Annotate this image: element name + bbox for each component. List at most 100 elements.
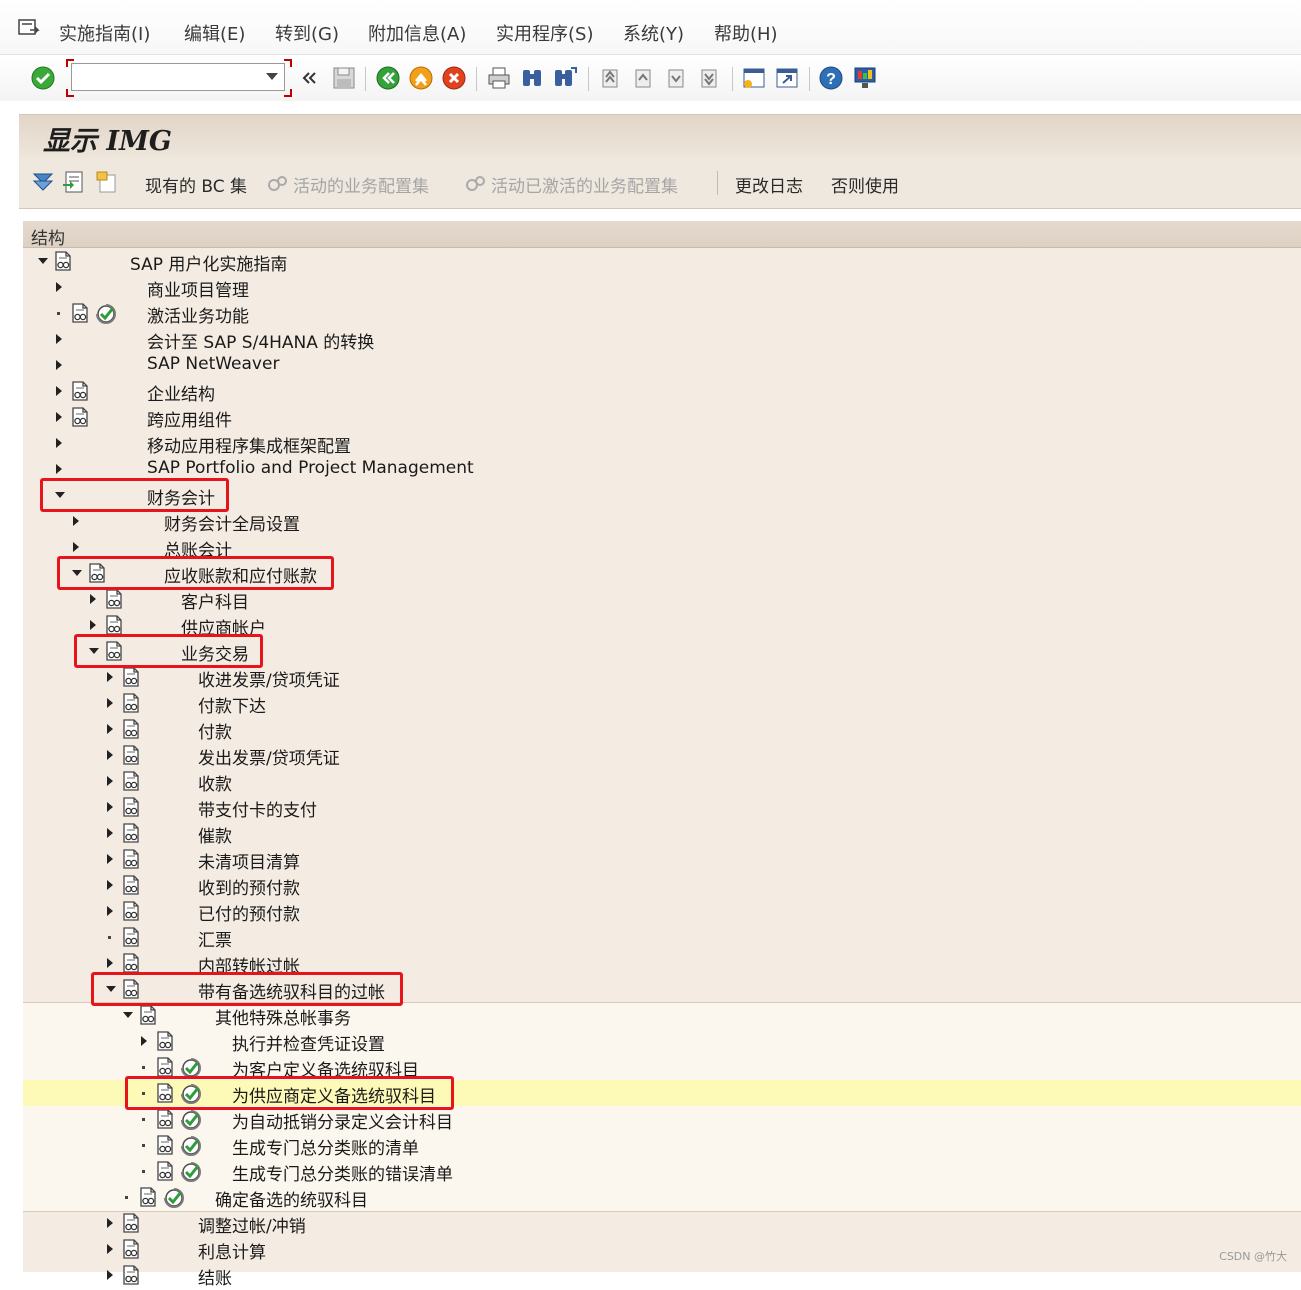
tree-node[interactable]: 收到的预付款 — [23, 872, 1301, 899]
where-else-used-button[interactable]: 否则使用 — [831, 172, 899, 197]
tree-node[interactable]: 生成专门总分类账的错误清单 — [23, 1158, 1301, 1185]
tree-node[interactable]: 结账 — [23, 1262, 1301, 1289]
previous-page-icon[interactable] — [630, 65, 656, 91]
menu-item-help[interactable]: 帮助(H) — [714, 20, 778, 46]
documentation-icon[interactable] — [85, 562, 107, 584]
documentation-icon[interactable] — [119, 1212, 141, 1234]
documentation-icon[interactable] — [119, 744, 141, 766]
expand-node-icon[interactable] — [52, 404, 66, 430]
tree-node[interactable]: 付款下达 — [23, 690, 1301, 717]
collapse-node-icon[interactable] — [86, 638, 100, 664]
tree-node[interactable]: 付款 — [23, 716, 1301, 743]
execute-activity-icon[interactable] — [162, 1186, 184, 1208]
help-icon[interactable]: ? — [818, 65, 844, 91]
expand-node-icon[interactable] — [103, 846, 117, 872]
tree-node[interactable]: 确定备选的统驭科目 — [23, 1184, 1301, 1211]
tree-node[interactable]: 企业结构 — [23, 378, 1301, 405]
tree-node[interactable]: 催款 — [23, 820, 1301, 847]
tree-node[interactable]: 会计至 SAP S/4HANA 的转换 — [23, 326, 1301, 353]
documentation-icon[interactable] — [119, 822, 141, 844]
tree-node[interactable]: 收进发票/贷项凭证 — [23, 664, 1301, 691]
print-icon[interactable] — [486, 65, 512, 91]
tree-node[interactable]: 已付的预付款 — [23, 898, 1301, 925]
execute-activity-icon[interactable] — [179, 1108, 201, 1130]
documentation-icon[interactable] — [119, 796, 141, 818]
tree-node[interactable]: 应收账款和应付账款 — [23, 560, 1301, 587]
back-double-icon[interactable] — [300, 65, 320, 91]
tree-node[interactable]: 业务交易 — [23, 638, 1301, 665]
tree-node[interactable]: 汇票 — [23, 924, 1301, 951]
documentation-icon[interactable] — [119, 718, 141, 740]
tree-node[interactable]: 未清项目清算 — [23, 846, 1301, 873]
menu-item-system[interactable]: 系统(Y) — [623, 20, 684, 46]
menu-item-guide[interactable]: 实施指南(I) — [59, 20, 150, 46]
documentation-icon[interactable] — [153, 1030, 175, 1052]
expand-node-icon[interactable] — [137, 1028, 151, 1054]
execute-activity-icon[interactable] — [179, 1082, 201, 1104]
tree-node[interactable]: 利息计算 — [23, 1236, 1301, 1263]
documentation-icon[interactable] — [153, 1160, 175, 1182]
documentation-icon[interactable] — [102, 588, 124, 610]
command-field[interactable] — [71, 63, 285, 91]
expand-node-icon[interactable] — [103, 1262, 117, 1288]
cancel-icon[interactable] — [441, 65, 467, 91]
activated-bc-sets-button[interactable]: 活动已激活的业务配置集 — [491, 172, 678, 197]
tree-node[interactable]: SAP NetWeaver — [23, 352, 1301, 378]
expand-node-icon[interactable] — [103, 768, 117, 794]
customize-layout-icon[interactable] — [852, 65, 878, 91]
tree-node[interactable]: 发出发票/贷项凭证 — [23, 742, 1301, 769]
documentation-icon[interactable] — [119, 692, 141, 714]
tree-node[interactable]: 为客户定义备选统驭科目 — [23, 1054, 1301, 1081]
tree-node[interactable]: 财务会计全局设置 — [23, 508, 1301, 535]
expand-node-icon[interactable] — [86, 612, 100, 638]
expand-node-icon[interactable] — [103, 820, 117, 846]
expand-node-icon[interactable] — [103, 872, 117, 898]
tree-node[interactable]: 收款 — [23, 768, 1301, 795]
expand-node-icon[interactable] — [103, 950, 117, 976]
documentation-icon[interactable] — [119, 926, 141, 948]
expand-node-icon[interactable] — [103, 664, 117, 690]
documentation-icon[interactable] — [68, 406, 90, 428]
tree-node[interactable]: 为自动抵销分录定义会计科目 — [23, 1106, 1301, 1133]
menu-item-goto[interactable]: 转到(G) — [275, 20, 339, 46]
documentation-icon[interactable] — [119, 666, 141, 688]
expand-node-icon[interactable] — [69, 508, 83, 534]
where-used-icon[interactable] — [61, 169, 87, 195]
documentation-icon[interactable] — [119, 952, 141, 974]
execute-activity-icon[interactable] — [179, 1160, 201, 1182]
execute-activity-icon[interactable] — [179, 1134, 201, 1156]
documentation-icon[interactable] — [119, 770, 141, 792]
tree-node[interactable]: 执行并检查凭证设置 — [23, 1028, 1301, 1055]
execute-activity-icon[interactable] — [179, 1056, 201, 1078]
expand-node-icon[interactable] — [103, 716, 117, 742]
shortcut-icon[interactable] — [774, 65, 800, 91]
tree-node[interactable]: 内部转帐过帐 — [23, 950, 1301, 977]
menu-item-utilities[interactable]: 实用程序(S) — [496, 20, 593, 46]
documentation-icon[interactable] — [119, 1264, 141, 1286]
documentation-icon[interactable] — [68, 302, 90, 324]
find-icon[interactable] — [519, 65, 545, 91]
menu-item-extras[interactable]: 附加信息(A) — [368, 20, 466, 46]
documentation-icon[interactable] — [153, 1134, 175, 1156]
documentation-icon[interactable] — [102, 640, 124, 662]
tree-node[interactable]: 跨应用组件 — [23, 404, 1301, 431]
menu-item-edit[interactable]: 编辑(E) — [184, 20, 245, 46]
first-page-icon[interactable] — [597, 65, 623, 91]
documentation-icon[interactable] — [136, 1004, 158, 1026]
expand-node-icon[interactable] — [52, 430, 66, 456]
active-bc-sets-button[interactable]: 活动的业务配置集 — [293, 172, 429, 197]
expand-node-icon[interactable] — [52, 352, 66, 378]
expand-subtree-icon[interactable] — [30, 169, 56, 195]
expand-node-icon[interactable] — [52, 326, 66, 352]
expand-node-icon[interactable] — [69, 534, 83, 560]
back-icon[interactable] — [375, 65, 401, 91]
tree-node[interactable]: 为供应商定义备选统驭科目 — [23, 1080, 1301, 1107]
documentation-icon[interactable] — [119, 978, 141, 1000]
command-input[interactable] — [76, 64, 260, 90]
find-next-icon[interactable] — [552, 65, 578, 91]
documentation-icon[interactable] — [153, 1056, 175, 1078]
tree-node[interactable]: 供应商帐户 — [23, 612, 1301, 639]
collapse-node-icon[interactable] — [120, 1002, 134, 1028]
tree-node[interactable]: 带有备选统驭科目的过帐 — [23, 976, 1301, 1003]
tree-node[interactable]: 带支付卡的支付 — [23, 794, 1301, 821]
